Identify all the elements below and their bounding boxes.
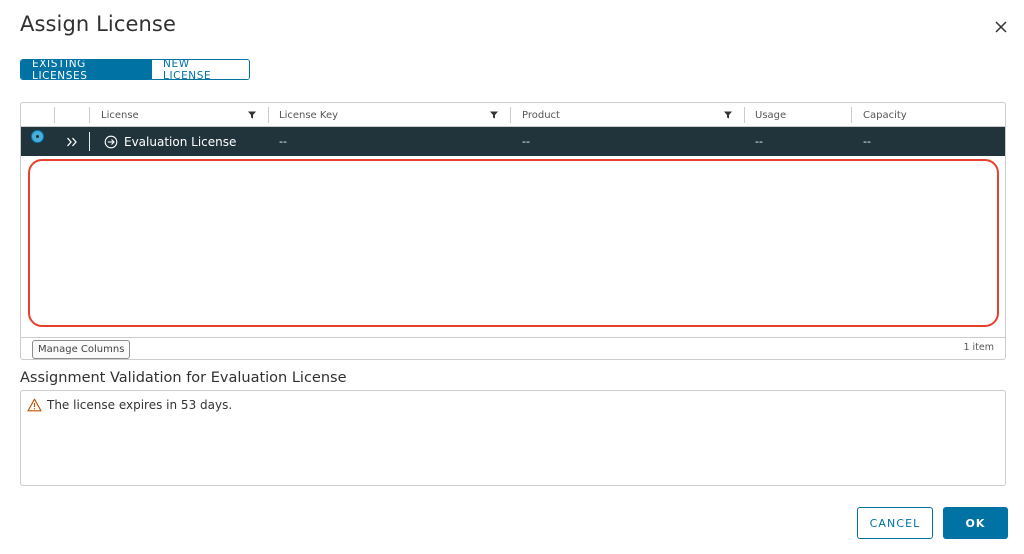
column-header-license[interactable]: License <box>101 103 139 127</box>
product-cell: -- <box>522 135 530 148</box>
grid-header: License License Key Product Usage Capaci… <box>21 103 1005 127</box>
column-header-label: Product <box>522 109 560 121</box>
column-header-capacity[interactable]: Capacity <box>863 103 907 127</box>
manage-columns-button[interactable]: Manage Columns <box>32 340 131 359</box>
license-cell: Evaluation License <box>104 127 236 156</box>
license-grid: License License Key Product Usage Capaci… <box>20 102 1006 360</box>
column-separator <box>744 107 745 123</box>
row-divider <box>89 132 90 151</box>
circle-arrow-right-icon <box>104 135 118 148</box>
page-title: Assign License <box>20 12 176 36</box>
column-header-label: Usage <box>755 109 787 121</box>
filter-icon[interactable] <box>723 110 733 120</box>
column-separator <box>851 107 852 123</box>
ok-button[interactable]: OK <box>943 507 1008 539</box>
column-header-usage[interactable]: Usage <box>755 103 786 127</box>
usage-cell: -- <box>755 135 763 148</box>
warning-icon <box>27 398 42 412</box>
column-separator <box>510 107 511 123</box>
item-count: 1 item <box>963 342 994 353</box>
column-separator <box>89 107 90 123</box>
validation-title: Assignment Validation for Evaluation Lic… <box>20 370 347 386</box>
validation-message-row: The license expires in 53 days. <box>27 398 232 412</box>
column-header-license-key[interactable]: License Key <box>279 103 338 127</box>
license-name[interactable]: Evaluation License <box>124 135 236 149</box>
column-header-label: Capacity <box>863 109 907 121</box>
column-header-product[interactable]: Product <box>522 103 560 127</box>
grid-footer: Manage Columns 1 item <box>21 337 1005 360</box>
close-button[interactable] <box>990 16 1012 38</box>
filter-icon[interactable] <box>247 110 257 120</box>
cancel-button[interactable]: CANCEL <box>857 507 933 539</box>
validation-panel: The license expires in 53 days. <box>20 390 1006 486</box>
column-header-label: License <box>101 109 139 121</box>
column-separator <box>54 107 55 123</box>
column-separator <box>268 107 269 123</box>
column-header-label: License Key <box>279 109 339 121</box>
capacity-cell: -- <box>863 135 871 148</box>
close-icon[interactable] <box>994 20 1008 34</box>
tab-new-license[interactable]: NEW LICENSE <box>151 60 249 79</box>
tab-existing-licenses[interactable]: EXISTING LICENSES <box>21 60 151 79</box>
validation-message: The license expires in 53 days. <box>47 398 233 412</box>
table-row[interactable]: Evaluation License -- -- -- -- <box>21 127 1005 156</box>
row-expand-button[interactable] <box>66 127 78 156</box>
row-select-radio[interactable] <box>31 130 44 143</box>
double-chevron-right-icon[interactable] <box>66 137 78 147</box>
filter-icon[interactable] <box>489 110 499 120</box>
license-key-cell: -- <box>279 135 287 148</box>
license-tabs: EXISTING LICENSES NEW LICENSE <box>20 59 250 80</box>
